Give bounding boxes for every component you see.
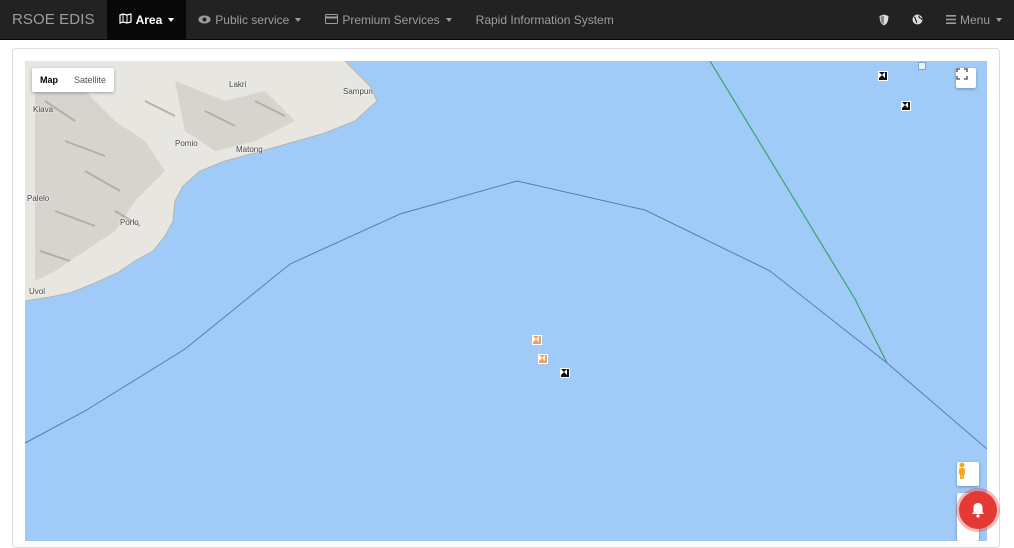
shield-icon[interactable] — [868, 0, 901, 40]
card-icon — [325, 13, 339, 27]
notification-bell-button[interactable] — [959, 491, 997, 529]
chevron-down-icon — [295, 17, 302, 22]
brand-logo[interactable]: RSOE EDIS — [0, 0, 107, 40]
event-marker-orange[interactable] — [538, 354, 548, 364]
place-label-palelo: Palelo — [27, 194, 50, 203]
chevron-down-icon — [996, 17, 1002, 22]
event-marker-black[interactable] — [901, 101, 911, 111]
chevron-down-icon — [168, 17, 175, 22]
place-label-lakri: Lakri — [229, 80, 247, 89]
nav-rapid-information-system[interactable]: Rapid Information System — [464, 0, 626, 40]
event-marker-orange[interactable] — [532, 335, 542, 345]
map-canvas[interactable]: Lakri Sampun Kiava Pomio Matong Palelo P… — [25, 61, 987, 541]
nav-area-dropdown[interactable]: Area — [106, 0, 187, 40]
place-label-sampun: Sampun — [343, 87, 373, 96]
top-navbar: RSOE EDIS Area Public service Premium Se… — [0, 0, 1014, 40]
nav-public-service-label: Public service — [215, 12, 290, 27]
place-label-uvol: Uvol — [29, 287, 46, 296]
event-marker-black[interactable] — [560, 368, 570, 378]
chevron-down-icon — [445, 17, 452, 22]
map-type-control: Map Satellite — [32, 68, 115, 92]
menu-label: Menu — [959, 12, 990, 27]
map-svg — [25, 61, 987, 450]
menu-dropdown[interactable]: Menu — [934, 0, 1014, 40]
navbar-right-group: Menu — [868, 0, 1014, 40]
street-view-pegman-button[interactable] — [957, 462, 979, 486]
nav-premium-services-dropdown[interactable]: Premium Services — [313, 0, 463, 40]
nav-premium-services-label: Premium Services — [342, 12, 440, 27]
map-type-satellite-button[interactable]: Satellite — [66, 68, 114, 92]
place-label-matong: Matong — [236, 145, 263, 154]
green-track-line — [709, 61, 888, 364]
eye-icon — [198, 13, 211, 27]
hamburger-icon — [945, 13, 956, 27]
nav-public-service-dropdown[interactable]: Public service — [186, 0, 313, 40]
event-marker-small[interactable] — [918, 62, 926, 70]
fullscreen-icon — [956, 68, 968, 80]
nav-area-label: Area — [135, 12, 163, 27]
event-marker-black[interactable] — [878, 71, 888, 81]
bell-icon — [972, 503, 984, 518]
place-label-pomio: Pomio — [175, 139, 198, 148]
fullscreen-button[interactable] — [956, 68, 976, 88]
globe-icon[interactable] — [901, 0, 934, 40]
nav-rapid-information-label: Rapid Information System — [475, 12, 614, 27]
place-label-kiava: Kiava — [33, 105, 54, 114]
place-label-porlo: Porlo — [120, 218, 139, 227]
map-type-map-button[interactable]: Map — [32, 68, 66, 92]
pegman-icon — [959, 462, 965, 479]
map-icon — [118, 12, 132, 27]
